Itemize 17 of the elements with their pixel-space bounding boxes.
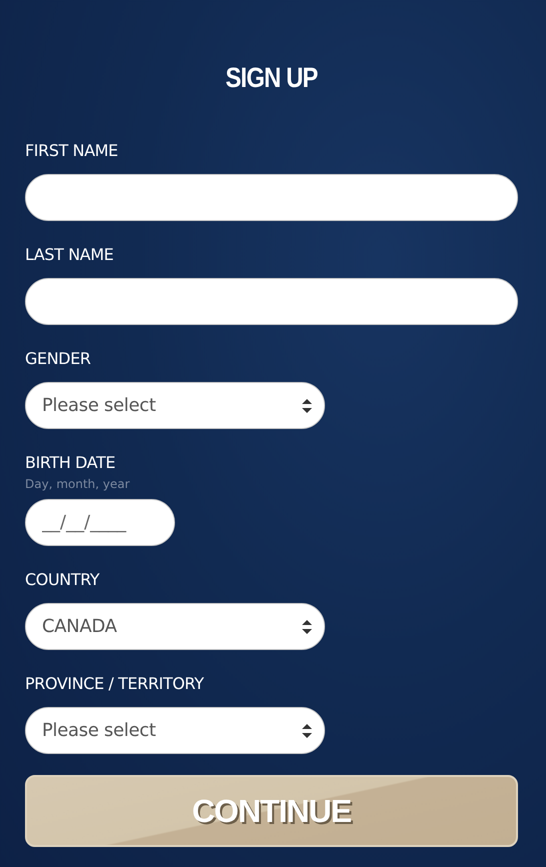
sort-arrows-icon <box>302 398 312 412</box>
text-field[interactable] <box>25 174 518 221</box>
field-label: LAST NAME <box>25 245 114 265</box>
date-field[interactable]: __/__/____ <box>25 499 175 546</box>
text-field[interactable] <box>25 278 518 325</box>
page-title: SIGN UP <box>224 61 318 95</box>
field-label: PROVINCE / TERRITORY <box>25 674 205 694</box>
select-field[interactable]: Please select <box>25 382 325 429</box>
field-label: FIRST NAME <box>25 141 119 161</box>
field-label: GENDER <box>25 349 92 369</box>
sort-arrows-icon <box>302 724 312 738</box>
select-field[interactable]: Please select <box>25 707 325 754</box>
field-label: BIRTH DATE <box>25 453 116 473</box>
sort-arrows-icon <box>302 620 312 634</box>
select-field[interactable]: CANADA <box>25 603 325 650</box>
field-hint: Day, month, year <box>25 477 131 491</box>
field-label: COUNTRY <box>25 570 100 590</box>
